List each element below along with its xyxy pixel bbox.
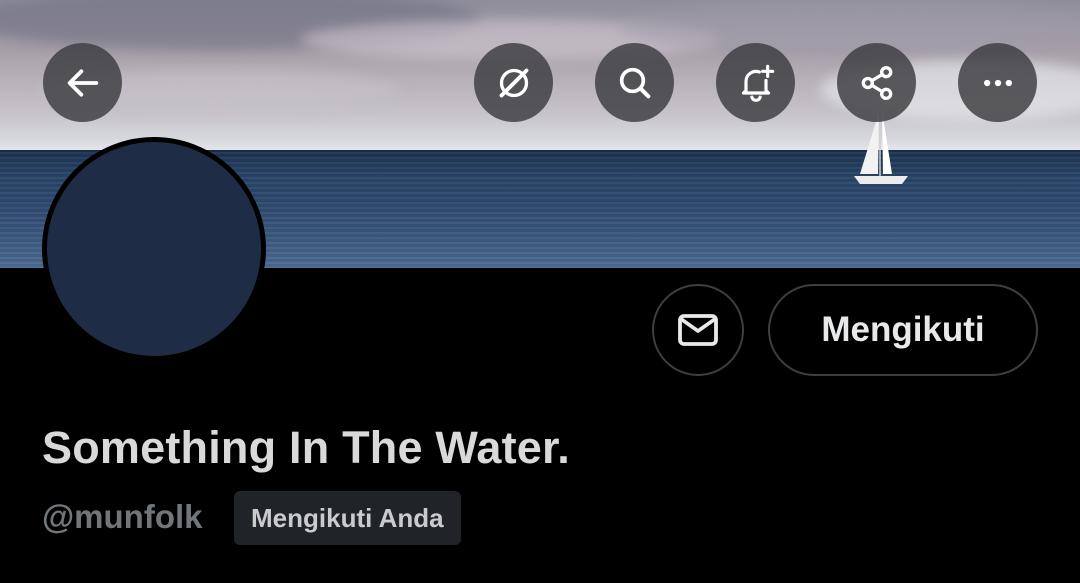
arrow-left-icon	[67, 68, 98, 97]
message-button[interactable]	[652, 284, 744, 376]
avatar[interactable]	[42, 137, 266, 361]
search-icon	[619, 67, 650, 98]
more-horizontal-icon	[983, 79, 1012, 86]
grok-button[interactable]	[474, 43, 553, 122]
more-options-button[interactable]	[958, 43, 1037, 122]
following-button[interactable]: Mengikuti	[768, 284, 1038, 376]
grok-slash-icon	[499, 68, 528, 97]
share-icon	[861, 65, 892, 100]
mail-icon	[678, 314, 718, 346]
display-name: Something In The Water.	[42, 422, 570, 473]
share-button[interactable]	[837, 43, 916, 122]
username-handle: @munfolk	[42, 498, 203, 535]
back-button[interactable]	[43, 43, 122, 122]
follows-you-badge: Mengikuti Anda	[234, 491, 461, 545]
search-button[interactable]	[595, 43, 674, 122]
notifications-button[interactable]	[716, 43, 795, 122]
bell-plus-icon	[741, 64, 774, 102]
